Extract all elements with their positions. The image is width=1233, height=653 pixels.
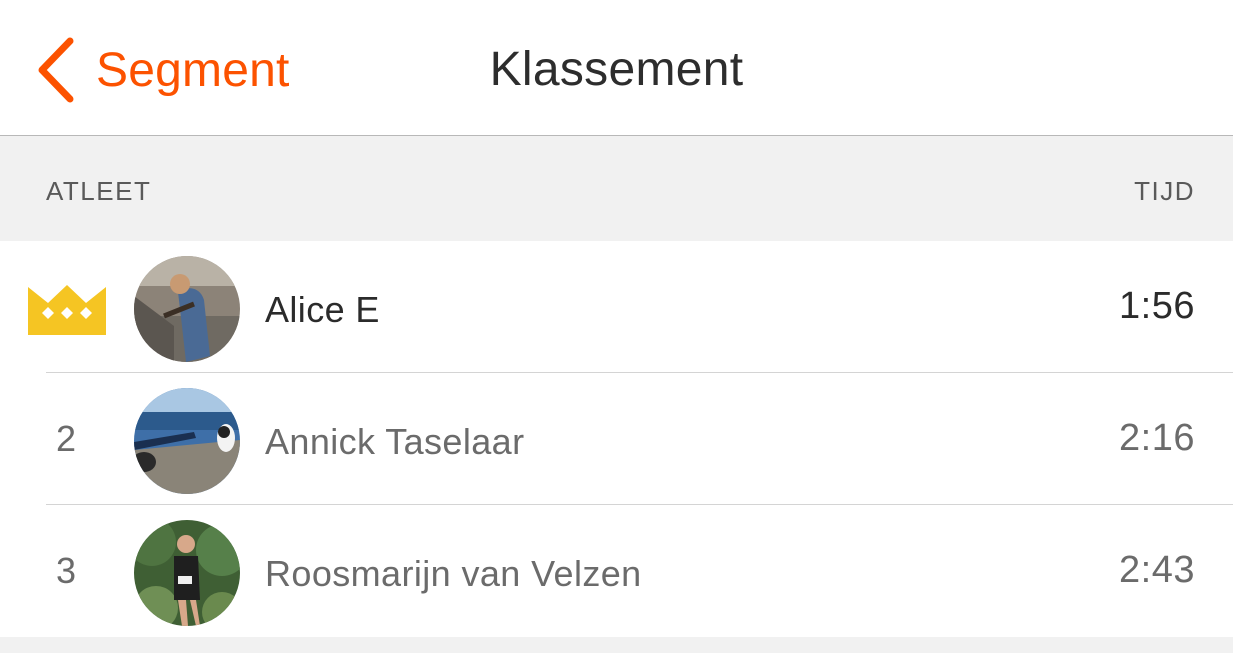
athlete-name: Annick Taselaar xyxy=(265,421,525,462)
table-row[interactable]: 2 Annick Taselaar 2:16 xyxy=(0,373,1233,505)
avatar[interactable] xyxy=(134,388,240,494)
column-header-athlete: ATLEET xyxy=(46,176,152,206)
athlete-rank: 2 xyxy=(56,418,77,459)
athlete-rank: 3 xyxy=(56,550,77,591)
table-row[interactable]: 3 Roosmarijn van Velzen 2:43 xyxy=(0,505,1233,637)
athlete-time: 2:43 xyxy=(1119,549,1195,591)
crown-icon xyxy=(26,283,108,342)
leaderboard-list: Alice E 1:56 2 Annick Taselaar 2:16 3 Ro… xyxy=(0,241,1233,637)
avatar[interactable] xyxy=(134,256,240,362)
athlete-name: Roosmarijn van Velzen xyxy=(265,553,642,594)
table-row[interactable]: Alice E 1:56 xyxy=(0,241,1233,373)
navigation-bar: Segment Klassement xyxy=(0,0,1233,136)
table-header: ATLEET TIJD xyxy=(0,136,1233,241)
page-title: Klassement xyxy=(489,43,744,96)
athlete-name: Alice E xyxy=(265,289,380,330)
column-header-time: TIJD xyxy=(1134,176,1195,206)
athlete-time: 2:16 xyxy=(1119,417,1195,459)
list-footer xyxy=(0,637,1233,653)
avatar[interactable] xyxy=(134,520,240,626)
athlete-time: 1:56 xyxy=(1119,285,1195,327)
